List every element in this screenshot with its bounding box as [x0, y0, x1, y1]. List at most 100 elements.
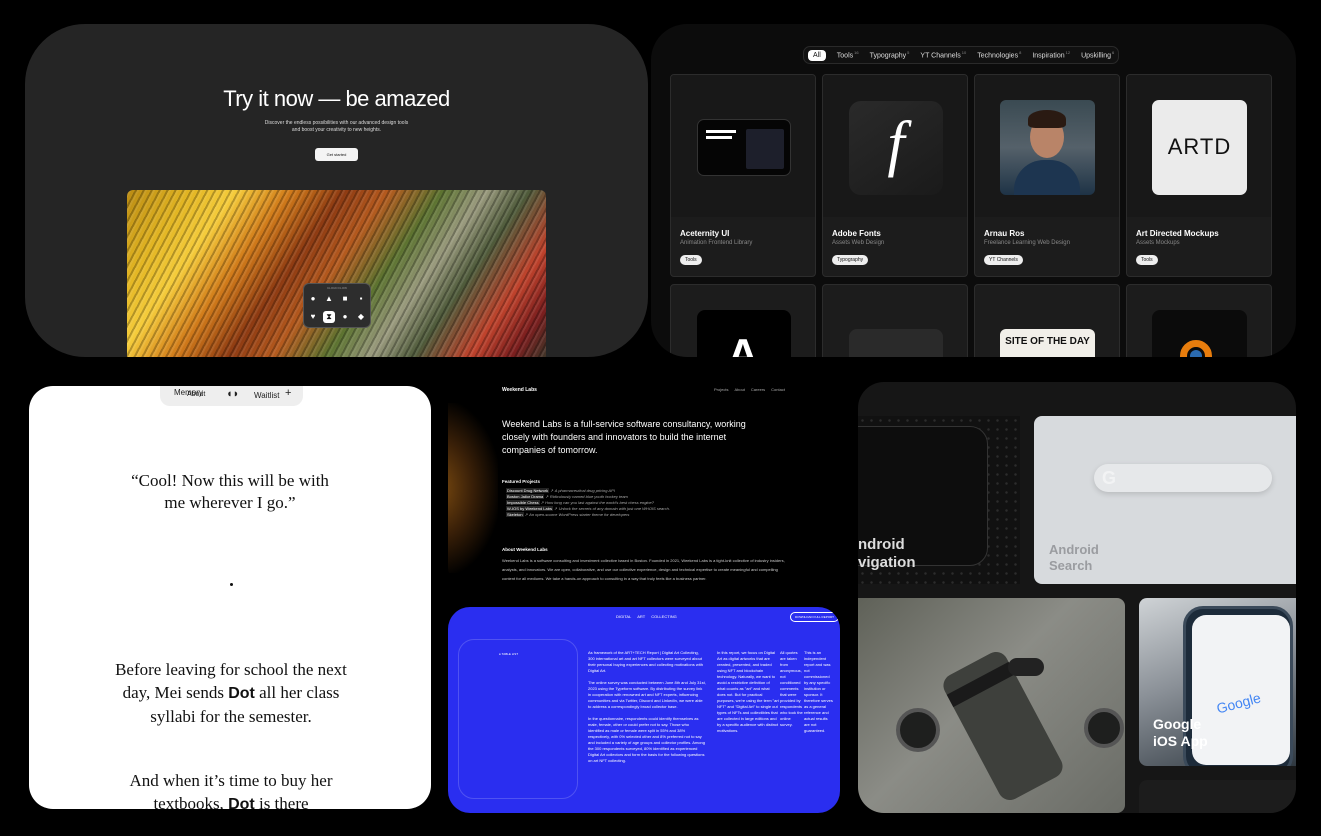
site-of-the-day-badge: SITE OF THE DAY [1000, 329, 1095, 357]
resource-card-row2-1[interactable]: A [670, 284, 816, 357]
tab-digital[interactable]: DIGITAL [616, 614, 631, 619]
resource-card-row2-3[interactable]: SITE OF THE DAY [974, 284, 1120, 357]
search-bar [1094, 464, 1272, 492]
category-pill[interactable]: Tools [1136, 255, 1158, 265]
thumbnail: f [823, 75, 967, 217]
filter-inspiration[interactable]: Inspiration12 [1032, 50, 1070, 59]
a-logo: A [697, 310, 791, 357]
screenshot-preview [697, 119, 791, 176]
project-item[interactable]: Impossible Chess ↗ How long can you last… [506, 500, 654, 505]
get-started-button[interactable]: Get started [315, 148, 358, 161]
menu-careers[interactable]: Careers [751, 387, 765, 392]
dark-logo [849, 329, 943, 357]
tile-title: ndroid vigation [858, 536, 916, 571]
nav-about[interactable]: About [187, 391, 205, 398]
android-navigation-tile[interactable]: ndroid vigation [858, 416, 1020, 584]
menu-projects[interactable]: Projects [714, 387, 728, 392]
top-nav: Memory About ◖◗ Waitlist + [160, 386, 303, 406]
about-heading: About Weekend Labs [502, 547, 548, 552]
resource-card-row2-2[interactable] [822, 284, 968, 357]
featured-projects-heading: Featured Projects [502, 479, 541, 484]
tab-art[interactable]: ART [637, 614, 645, 619]
hourglass-shape-icon[interactable]: ⧗ [323, 311, 335, 323]
resource-card-artd-mockups[interactable]: ARTD Art Directed Mockups Assets Mockups… [1126, 74, 1272, 277]
card-art-tech-report: DIGITAL ART COLLECTING DOWNLOAD FULL REP… [448, 607, 840, 813]
amber-glow [448, 403, 498, 573]
resource-card-adobe-fonts[interactable]: f Adobe Fonts Assets Web Design Typograp… [822, 74, 968, 277]
project-item[interactable]: Boston Jailor Drama ↗ Ridiculously named… [506, 494, 628, 499]
resource-tags: Animation Frontend Library [680, 240, 753, 246]
watch-image-2 [1084, 708, 1124, 748]
flow-artwork [127, 190, 546, 357]
watch-image [896, 708, 940, 752]
plus-icon[interactable]: + [285, 387, 291, 399]
hero-subtitle: Discover the endless possibilities with … [264, 120, 409, 133]
category-pill[interactable]: Typography [832, 255, 869, 265]
filter-upskilling[interactable]: Upskilling6 [1081, 50, 1114, 59]
download-report-button[interactable]: DOWNLOAD FULL REPORT [790, 612, 840, 622]
blender-logo [1152, 310, 1247, 357]
leaf-shape-icon[interactable]: ◆ [355, 311, 367, 323]
side-panel: ● TABLE LIST [458, 639, 578, 799]
earbuds-image [1008, 658, 1044, 676]
category-pill[interactable]: Tools [680, 255, 702, 265]
filter-tabs: All Tools16 Typography5 YT Channels10 Te… [803, 46, 1120, 64]
resource-name: Arnau Ros [984, 229, 1025, 238]
pixel-phone-image [939, 647, 1067, 805]
palette-label: CLOUD FLOW [326, 286, 347, 290]
menu-about[interactable]: About [734, 387, 744, 392]
resource-card-arnau-ros[interactable]: Arnau Ros Freelance Learning Web Design … [974, 74, 1120, 277]
square-shape-icon[interactable]: ■ [339, 293, 351, 305]
triangle-shape-icon[interactable]: ▲ [323, 293, 335, 305]
story-paragraph-1: Before leaving for school the next day, … [115, 660, 347, 726]
card-dot-story: Memory About ◖◗ Waitlist + “Cool! Now th… [29, 386, 431, 809]
resource-name: Adobe Fonts [832, 229, 881, 238]
filter-technologies[interactable]: Technologies8 [977, 50, 1021, 59]
filter-yt-channels[interactable]: YT Channels10 [920, 50, 966, 59]
artd-logo: ARTD [1152, 100, 1247, 195]
card-weekend-labs: Weekend Labs Projects About Careers Cont… [448, 383, 840, 587]
card-google-apps: ndroid vigation G Android Search Google Go… [858, 382, 1296, 813]
project-item[interactable]: Discount Drug Network ↗ A pharmaceutical… [506, 488, 615, 493]
google-g-icon: G [1102, 468, 1117, 488]
site-menu: Projects About Careers Contact [714, 387, 785, 392]
dot-marker [230, 583, 233, 586]
about-body: Weekend Labs is a software consulting an… [502, 558, 785, 581]
heart-shape-icon[interactable]: ♥ [307, 311, 319, 323]
pixel-devices-tile[interactable] [858, 598, 1125, 813]
resource-card-aceternity[interactable]: Aceternity UI Animation Frontend Library… [670, 74, 816, 277]
tile-title: Google iOS App [1153, 716, 1208, 749]
resource-card-row2-4[interactable] [1126, 284, 1272, 357]
rounded-square-shape-icon[interactable]: ▪ [355, 293, 367, 305]
next-tile[interactable] [1139, 780, 1296, 813]
report-column-2: In this report, we focus on Digital Art … [717, 650, 779, 733]
report-tabs: DIGITAL ART COLLECTING [616, 614, 677, 619]
adobe-fonts-logo: f [849, 101, 943, 195]
thumbnail [975, 75, 1119, 217]
circle-shape-icon[interactable]: ● [307, 293, 319, 305]
filter-typography[interactable]: Typography5 [870, 50, 910, 59]
category-pill[interactable]: YT Channels [984, 255, 1023, 265]
android-search-tile[interactable]: G Android Search [1034, 416, 1296, 584]
resource-tags: Freelance Learning Web Design [984, 240, 1070, 246]
brand-name[interactable]: Weekend Labs [502, 387, 537, 393]
tab-collecting[interactable]: COLLECTING [651, 614, 677, 619]
filter-all[interactable]: All [808, 49, 826, 61]
thumbnail [671, 75, 815, 217]
project-item[interactable]: Skeleton ↗ An open-source WordPress star… [506, 512, 629, 517]
profile-photo [1000, 100, 1095, 195]
blob-shape-icon[interactable]: ● [339, 311, 351, 323]
panel-label: ● TABLE LIST [499, 652, 519, 656]
card-try-it-now: Try it now — be amazed Discover the endl… [25, 24, 648, 357]
story-paragraph-2: And when it’s time to buy her textbooks,… [129, 771, 333, 809]
project-item[interactable]: W-IOS by Weekend Labs ↗ Unlock the secre… [506, 506, 670, 511]
resource-tags: Assets Mockups [1136, 240, 1180, 246]
dot-logo-icon[interactable]: ◖◗ [226, 388, 239, 400]
report-column-3: All quotes are taken from anonymous, not… [780, 650, 803, 727]
resource-tags: Assets Web Design [832, 240, 885, 246]
card-resource-directory: All Tools16 Typography5 YT Channels10 Te… [651, 24, 1296, 357]
filter-tools[interactable]: Tools16 [837, 50, 859, 59]
google-ios-app-tile[interactable]: Google Google iOS App [1139, 598, 1296, 766]
nav-waitlist[interactable]: Waitlist [254, 391, 279, 400]
menu-contact[interactable]: Contact [771, 387, 785, 392]
